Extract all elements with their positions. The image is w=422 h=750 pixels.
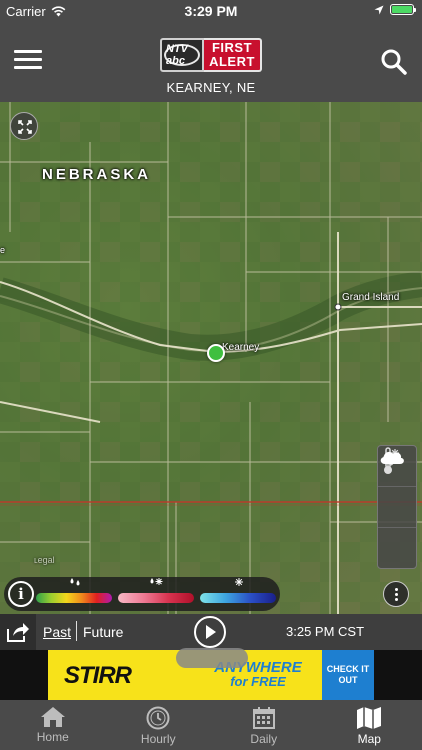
home-icon: [40, 707, 65, 727]
city-label-partial: ʟegal: [34, 555, 55, 565]
play-icon: [206, 625, 216, 639]
snow-scale-bar: [200, 593, 276, 603]
playback-bar: Past Future 3:25 PM CST: [0, 614, 422, 650]
more-options-button[interactable]: [383, 581, 409, 607]
rain-legend-icon: [70, 578, 80, 586]
location-label[interactable]: KEARNEY, NE: [0, 80, 422, 95]
tab-daily[interactable]: Daily: [211, 700, 317, 750]
layer-temperature-button[interactable]: [378, 447, 416, 528]
station-logo: NTV abc FIRST ALERT: [160, 38, 262, 72]
ntv-abc-logo: NTV abc: [160, 38, 204, 72]
status-bar: Carrier 3:29 PM: [0, 0, 422, 22]
battery-icon: [390, 4, 416, 15]
tab-home[interactable]: Home: [0, 700, 106, 750]
future-toggle[interactable]: Future: [83, 624, 123, 640]
info-icon[interactable]: i: [8, 581, 34, 607]
hamburger-icon: [14, 50, 42, 53]
past-toggle[interactable]: Past: [43, 624, 71, 640]
share-button[interactable]: [0, 614, 36, 650]
frame-timestamp: 3:25 PM CST: [286, 624, 365, 639]
status-right: [374, 4, 416, 15]
ntv-logo-text: NTV abc: [164, 43, 200, 67]
tab-map-label: Map: [357, 732, 381, 746]
state-label: NEBRASKA: [42, 166, 152, 183]
first-alert-line2: ALERT: [209, 54, 255, 69]
tab-daily-label: Daily: [250, 732, 278, 746]
rain-scale-bar: [36, 593, 112, 603]
tab-home-label: Home: [36, 730, 69, 744]
expand-map-button[interactable]: [10, 112, 38, 140]
tab-map[interactable]: Map: [317, 700, 422, 750]
mix-legend-icon: [150, 578, 163, 585]
tab-bar: Home Hourly Daily Map: [0, 700, 422, 750]
location-arrow-icon: [374, 5, 384, 14]
expand-icon: [18, 120, 32, 134]
layer-clouds-button[interactable]: [378, 451, 416, 569]
cloud-icon: [380, 451, 404, 464]
map-icon: [357, 707, 382, 729]
ad-container: STIRR ANYWHERE for FREE CHECK IT OUT: [0, 648, 422, 700]
app-header: NTV abc FIRST ALERT KEARNEY, NE: [0, 22, 422, 102]
share-icon: [7, 623, 29, 642]
menu-button[interactable]: [14, 50, 42, 72]
city-label-edge: e: [0, 245, 6, 255]
tab-hourly[interactable]: Hourly: [106, 700, 212, 750]
first-alert-logo: FIRST ALERT: [204, 38, 262, 72]
tab-hourly-label: Hourly: [140, 732, 176, 746]
radar-map[interactable]: NEBRASKA Grand Island Kearney ʟegal e i: [0, 102, 422, 614]
ad-cta-button[interactable]: CHECK IT OUT: [322, 650, 374, 700]
map-layer-selector: [377, 445, 417, 569]
ad-subline: for FREE: [230, 674, 286, 689]
current-location-marker[interactable]: [207, 344, 225, 362]
mix-scale-bar: [118, 593, 194, 603]
city-label-kearney: Kearney: [222, 342, 260, 353]
radar-legend: i: [4, 577, 280, 611]
ad-brand: STIRR: [64, 662, 132, 689]
more-vertical-icon: [394, 587, 398, 591]
status-time: 3:29 PM: [184, 3, 238, 19]
play-button[interactable]: [194, 616, 226, 648]
snow-legend-icon: [235, 578, 243, 586]
clock-icon: [146, 706, 170, 730]
search-icon[interactable]: [380, 48, 408, 76]
ad-drag-handle[interactable]: [176, 648, 248, 668]
toggle-divider: [76, 621, 77, 641]
city-label-grand-island: Grand Island: [342, 292, 400, 303]
calendar-icon: [252, 707, 275, 729]
first-alert-line1: FIRST: [211, 40, 253, 55]
